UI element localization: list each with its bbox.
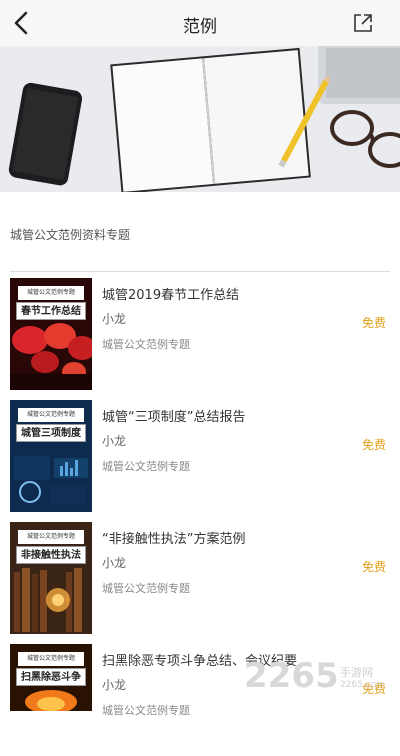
list-item[interactable]: 城管公文范例专题 城管三项制度 城管“三项制度”总结报告 小龙 城管公文范例专题… [0, 400, 400, 512]
cover-tag: 城管公文范例专题 [18, 408, 84, 422]
item-category: 城管公文范例专题 [102, 460, 190, 473]
share-icon [354, 14, 372, 32]
cover-title: 城管三项制度 [16, 424, 86, 442]
watermark-url: 2265.com [340, 680, 385, 690]
item-cover: 城管公文范例专题 非接触性执法 [10, 522, 92, 634]
top-bar: 范例 [0, 0, 400, 46]
item-category: 城管公文范例专题 [102, 704, 190, 717]
item-cover: 城管公文范例专题 春节工作总结 [10, 278, 92, 390]
share-button[interactable] [352, 12, 374, 34]
cover-title: 扫黑除恶斗争 [16, 668, 86, 686]
desk-scene-image [0, 46, 400, 192]
item-title: 城管2019春节工作总结 [102, 288, 240, 303]
cover-title: 非接触性执法 [16, 546, 86, 564]
list-item[interactable]: 城管公文范例专题 春节工作总结 城管2019春节工作总结 小龙 城管公文范例专题… [0, 278, 400, 390]
list-item[interactable]: 城管公文范例专题 非接触性执法 “非接触性执法”方案范例 小龙 城管公文范例专题… [0, 522, 400, 634]
section-label: 城管公文范例资料专题 [10, 228, 131, 242]
cover-title: 春节工作总结 [16, 302, 86, 320]
banner-image[interactable] [0, 46, 400, 192]
price-badge: 免费 [361, 560, 386, 574]
page-title: 范例 [183, 17, 217, 37]
item-category: 城管公文范例专题 [102, 338, 190, 351]
item-cover: 城管公文范例专题 城管三项制度 [10, 400, 92, 512]
cover-tag: 城管公文范例专题 [18, 530, 84, 544]
item-author: 小龙 [102, 312, 127, 326]
item-title: 城管“三项制度”总结报告 [102, 410, 246, 425]
section-divider [10, 271, 390, 272]
watermark-sub: 手游网 [340, 666, 373, 679]
cover-tag: 城管公文范例专题 [18, 286, 84, 300]
item-title: “非接触性执法”方案范例 [102, 532, 246, 547]
watermark-logo: 2265 手游网 2265.com [244, 656, 394, 706]
price-badge: 免费 [361, 438, 386, 452]
cover-tag: 城管公文范例专题 [18, 652, 84, 666]
watermark-main: 2265 [244, 656, 339, 696]
item-author: 小龙 [102, 556, 127, 570]
item-category: 城管公文范例专题 [102, 582, 190, 595]
item-cover: 城管公文范例专题 扫黑除恶斗争 [10, 644, 92, 756]
item-author: 小龙 [102, 678, 127, 692]
item-author: 小龙 [102, 434, 127, 448]
price-badge: 免费 [361, 316, 386, 330]
